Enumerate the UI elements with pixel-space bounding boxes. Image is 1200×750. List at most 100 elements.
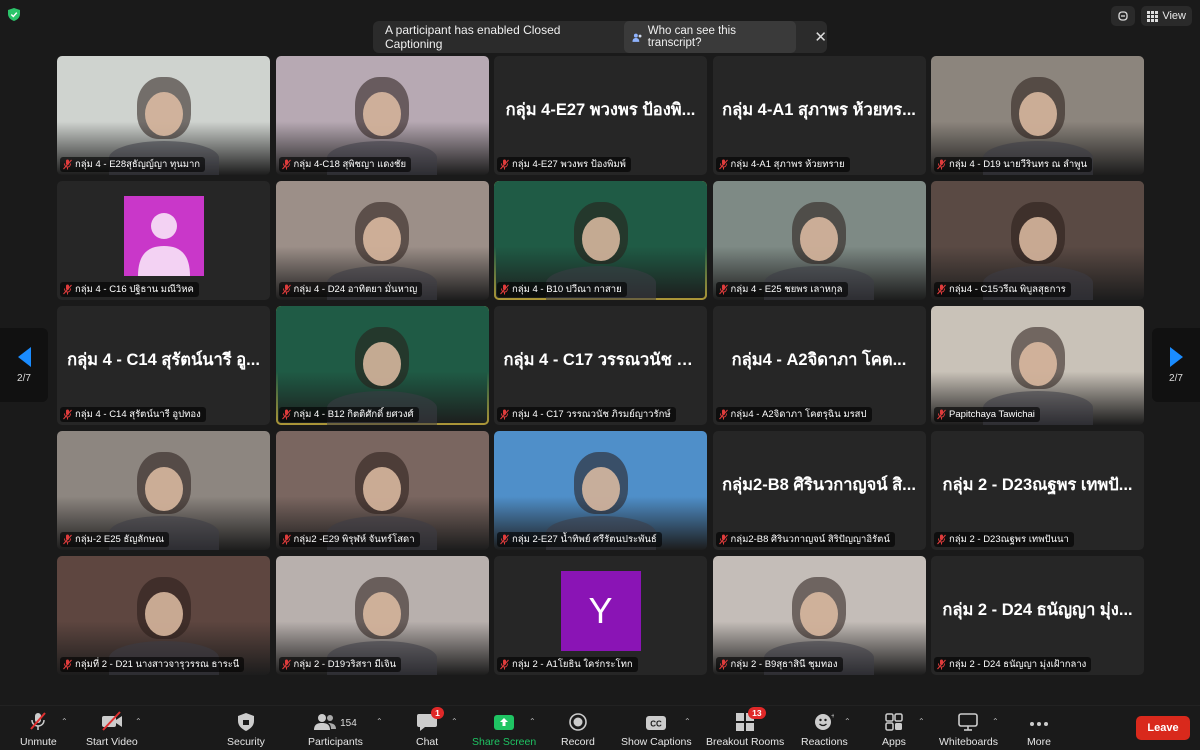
share-screen-button[interactable]: Share Screen — [472, 711, 536, 748]
security-button[interactable]: Security — [227, 711, 265, 748]
participant-tile[interactable]: กลุ่ม 4-E27 พวงพร ป้องพิ... กลุ่ม 4-E27 พ… — [494, 56, 707, 175]
participant-tile[interactable]: กลุ่ม 4-A1 สุภาพร ห้วยทร... กลุ่ม 4-A1 สุ… — [712, 56, 926, 175]
participant-name: กลุ่ม 4 - E28สุธัญญ์ญา ทุนมาก — [75, 159, 201, 170]
participant-tile[interactable]: กลุ่ม4 - C15วรีณ พิบูลสุธการ — [931, 181, 1144, 300]
participant-tile[interactable]: กลุ่ม2-B8 ศิรินวกาญจน์ สิ... กลุ่ม2-B8 ศิ… — [712, 431, 926, 550]
breakout-rooms-button[interactable]: 13 Breakout Rooms — [706, 707, 784, 748]
mic-muted-icon — [718, 284, 728, 295]
view-label: View — [1162, 10, 1186, 22]
people-icon — [632, 33, 642, 42]
participant-tile[interactable]: กลุ่ม 4 - B10 ปวีณา กาสาย — [494, 181, 707, 300]
participant-name: กลุ่ม 4-E27 พวงพร ป้องพิมพ์ — [512, 159, 626, 170]
participant-face — [581, 466, 620, 511]
audio-options-caret-icon[interactable]: ⌃ — [61, 717, 68, 726]
show-captions-button[interactable]: CC Show Captions — [621, 711, 692, 748]
encryption-shield-icon[interactable] — [8, 8, 20, 21]
arrow-left-icon — [17, 346, 31, 367]
participant-tile[interactable]: กลุ่ม 2-E27 น้ำทิพย์ ศรีรัตนประพันธ์ — [494, 431, 707, 550]
participant-gallery: กลุ่ม 4 - E28สุธัญญ์ญา ทุนมาก กลุ่ม 4-C18… — [57, 56, 1144, 676]
security-shield-icon — [237, 711, 254, 731]
captions-caret-icon[interactable]: ⌃ — [684, 717, 691, 726]
participant-display-name: กลุ่ม 4 - C17 วรรณวนัช ภิ... — [503, 350, 698, 369]
participant-name: กลุ่ม 4 - C14 สุรัตน์นารี อูปทอง — [75, 409, 201, 420]
participant-tile[interactable]: กลุ่ม 4 - B12 กิตติศักดิ์ ยศวงศ์ — [275, 306, 489, 425]
mic-muted-icon — [63, 409, 72, 420]
share-screen-label: Share Screen — [472, 736, 537, 748]
participant-name-tag: กลุ่ม 2-E27 น้ำทิพย์ ศรีรัตนประพันธ์ — [497, 532, 662, 547]
page-indicator-right: 2/7 — [1169, 372, 1183, 384]
mic-muted-icon — [281, 409, 291, 420]
participant-name-tag: กลุ่ม 4 - C17 วรรณวนัช ภิรมย์ญาวรักษ์ — [497, 407, 676, 422]
record-button[interactable]: Record — [561, 711, 595, 748]
chat-caret-icon[interactable]: ⌃ — [451, 717, 458, 726]
video-off-icon — [100, 711, 124, 731]
video-options-caret-icon[interactable]: ⌃ — [135, 717, 142, 726]
reactions-caret-icon[interactable]: ⌃ — [844, 717, 851, 726]
whiteboards-button[interactable]: Whiteboards — [939, 711, 998, 748]
chat-button[interactable]: 1 Chat — [416, 707, 444, 748]
participant-tile[interactable]: กลุ่ม 4 - C14 สุรัตน์นารี อู... กลุ่ม 4 -… — [57, 306, 270, 425]
participant-tile[interactable]: กลุ่มที่ 2 - D21 นางสาวจารุวรรณ ธาระนี — [57, 556, 270, 675]
mic-muted-icon — [937, 284, 946, 295]
participant-name-tag: กลุ่ม4 - A2จิดาภา โคตรุฉิน มรสป — [715, 407, 872, 422]
apps-button[interactable]: Apps — [882, 711, 906, 748]
participant-name: กลุ่ม 2 - D23ณฐพร เทพปันนา — [949, 534, 1069, 545]
mic-muted-icon — [63, 659, 72, 670]
participants-caret-icon[interactable]: ⌃ — [376, 717, 383, 726]
next-page-button[interactable]: 2/7 — [1152, 328, 1200, 402]
apps-caret-icon[interactable]: ⌃ — [918, 717, 925, 726]
previous-page-button[interactable]: 2/7 — [0, 328, 48, 402]
participant-tile[interactable]: กลุ่ม 4 - D19 นายวีรินทร ณ ลำพูน — [931, 56, 1144, 175]
participant-name: กลุ่ม4 - C15วรีณ พิบูลสุธการ — [949, 284, 1066, 295]
participant-tile[interactable]: กลุ่ม 4 - D24 อาทิตยา มั่นหาญ — [275, 181, 489, 300]
chat-label: Chat — [416, 736, 439, 748]
leave-button[interactable]: Leave — [1136, 716, 1190, 740]
more-dots-icon — [1029, 711, 1049, 731]
grid-view-icon — [1147, 10, 1159, 22]
participant-tile[interactable]: กลุ่ม 4 - C17 วรรณวนัช ภิ... กลุ่ม 4 - C1… — [494, 306, 707, 425]
participant-tile[interactable]: Y กลุ่ม 2 - A1โยธิน ใคร่กระโทก — [494, 556, 707, 675]
participants-label: Participants — [308, 736, 363, 748]
participant-name-tag: กลุ่ม 4-E27 พวงพร ป้องพิมพ์ — [497, 157, 631, 172]
participant-tile[interactable]: กลุ่ม2 -E29 พิรุฬห์ จันทร์โสดา — [275, 431, 489, 550]
more-button[interactable]: More — [1027, 711, 1051, 748]
who-can-see-transcript-button[interactable]: Who can see this transcript? — [624, 21, 797, 53]
participant-face — [144, 591, 183, 636]
participant-face — [363, 466, 401, 511]
unmute-button[interactable]: Unmute — [20, 711, 57, 748]
participant-tile[interactable]: กลุ่ม-2 E25 ธัญลักษณ — [57, 431, 270, 550]
mic-muted-icon — [937, 159, 946, 170]
view-button[interactable]: View — [1141, 6, 1192, 26]
participant-name-tag: กลุ่ม 4-C18 สุพิชญา แดงชัย — [278, 157, 412, 172]
participant-tile[interactable]: กลุ่ม 2 - B9สุธาสินี ชุมทอง — [712, 556, 926, 675]
participant-tile[interactable]: กลุ่ม4 - A2จิดาภา โคต... กลุ่ม4 - A2จิดาภ… — [712, 306, 926, 425]
participants-button[interactable]: 154 Participants — [308, 711, 363, 748]
participant-tile[interactable]: กลุ่ม 4-C18 สุพิชญา แดงชัย — [275, 56, 489, 175]
participant-tile[interactable]: กลุ่ม 2 - D24 ธนัญญา มุ่ง... กลุ่ม 2 - D2… — [931, 556, 1144, 675]
participant-face — [363, 91, 401, 136]
participant-name-tag: กลุ่ม2 -E29 พิรุฬห์ จันทร์โสดา — [278, 532, 420, 547]
participant-name-tag: กลุ่ม 2 - A1โยธิน ใคร่กระโทก — [497, 657, 638, 672]
participant-tile[interactable]: กลุ่ม 4 - C16 ปฐิธาน มณีวิหค — [57, 181, 270, 300]
whiteboards-caret-icon[interactable]: ⌃ — [992, 717, 999, 726]
reactions-button[interactable]: + Reactions — [801, 711, 848, 748]
mic-muted-icon — [937, 409, 946, 420]
share-caret-icon[interactable]: ⌃ — [529, 717, 536, 726]
participant-name-tag: กลุ่ม 4 - B12 กิตติศักดิ์ ยศวงศ์ — [278, 407, 419, 422]
participant-tile[interactable]: กลุ่ม 4 - E25 ชยพร เลาหกุล — [712, 181, 926, 300]
participant-tile[interactable]: Papitchaya Tawichai — [931, 306, 1144, 425]
mic-muted-icon — [937, 534, 946, 545]
participant-display-name: กลุ่ม2-B8 ศิรินวกาญจน์ สิ... — [722, 475, 916, 494]
participant-tile[interactable]: กลุ่ม 2 - D19วริสรา มีเจิน — [275, 556, 489, 675]
start-video-button[interactable]: Start Video — [86, 711, 138, 748]
breakout-rooms-icon: 13 — [736, 707, 766, 731]
fullscreen-button[interactable] — [1111, 6, 1136, 26]
participant-name: กลุ่ม 4 - B12 กิตติศักดิ์ ยศวงศ์ — [293, 409, 414, 420]
participant-tile[interactable]: กลุ่ม 2 - D23ณฐพร เทพปั... กลุ่ม 2 - D23ณ… — [931, 431, 1144, 550]
participant-tile[interactable]: กลุ่ม 4 - E28สุธัญญ์ญา ทุนมาก — [57, 56, 270, 175]
mic-muted-icon — [500, 659, 509, 670]
show-captions-label: Show Captions — [621, 736, 692, 748]
close-banner-icon[interactable]: ✕ — [814, 28, 827, 46]
participant-name: กลุ่ม 2 - B9สุธาสินี ชุมทอง — [730, 659, 838, 670]
apps-icon — [885, 711, 903, 731]
